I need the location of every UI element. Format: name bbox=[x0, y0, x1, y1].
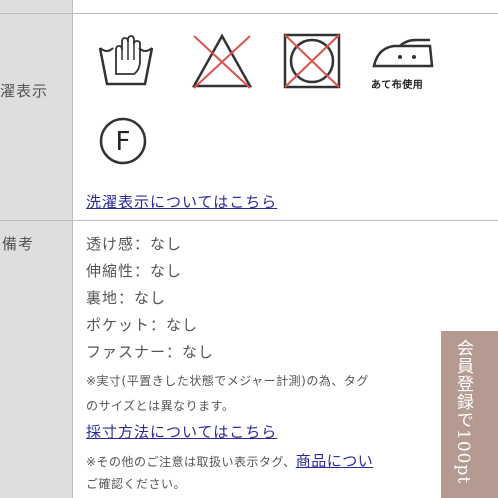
notes-header-text: 備考 bbox=[2, 235, 35, 253]
care-label-header: 濯表示 bbox=[0, 14, 73, 220]
care-label-header-text: 濯表示 bbox=[0, 82, 49, 100]
dry-clean-f-icon: F bbox=[98, 116, 148, 166]
other-notes: ※その他のご注意は取扱い表示タグ、商品につい bbox=[86, 450, 373, 471]
other-notes-text: ※その他のご注意は取扱い表示タグ、 bbox=[86, 455, 296, 469]
iron-with-cloth-icon bbox=[370, 38, 436, 72]
no-tumble-dry-icon bbox=[282, 32, 342, 90]
top-header-cell bbox=[0, 0, 73, 13]
spec-stretch: 伸縮性：なし bbox=[86, 262, 183, 280]
other-notes-continued: ご確認ください。 bbox=[86, 477, 187, 491]
measurement-method-link[interactable]: 採寸方法についてはこちら bbox=[86, 421, 277, 442]
measurement-note-continued: のサイズとは異なります。 bbox=[86, 399, 235, 413]
measurement-note: ※実寸(平置きした状態でメジャー計測)の為、タグ bbox=[86, 374, 369, 388]
iron-cloth-label: あて布使用 bbox=[371, 80, 424, 91]
notes-header: 備考 bbox=[0, 221, 73, 498]
spec-sheerness: 透け感：なし bbox=[86, 235, 183, 253]
spec-pocket: ポケット：なし bbox=[86, 316, 199, 334]
spec-zipper: ファスナー：なし bbox=[86, 343, 215, 361]
hand-wash-icon bbox=[97, 34, 155, 90]
spec-lining: 裏地：なし bbox=[86, 289, 167, 307]
dry-clean-letter: F bbox=[116, 127, 131, 157]
product-info-link[interactable]: 商品につい bbox=[296, 452, 374, 470]
member-registration-text: 会員登録で100pt bbox=[453, 339, 473, 485]
member-registration-tab[interactable]: 会員登録で100pt bbox=[441, 331, 498, 498]
no-bleach-icon bbox=[190, 32, 254, 90]
care-label-info-link[interactable]: 洗濯表示についてはこちら bbox=[86, 191, 277, 212]
